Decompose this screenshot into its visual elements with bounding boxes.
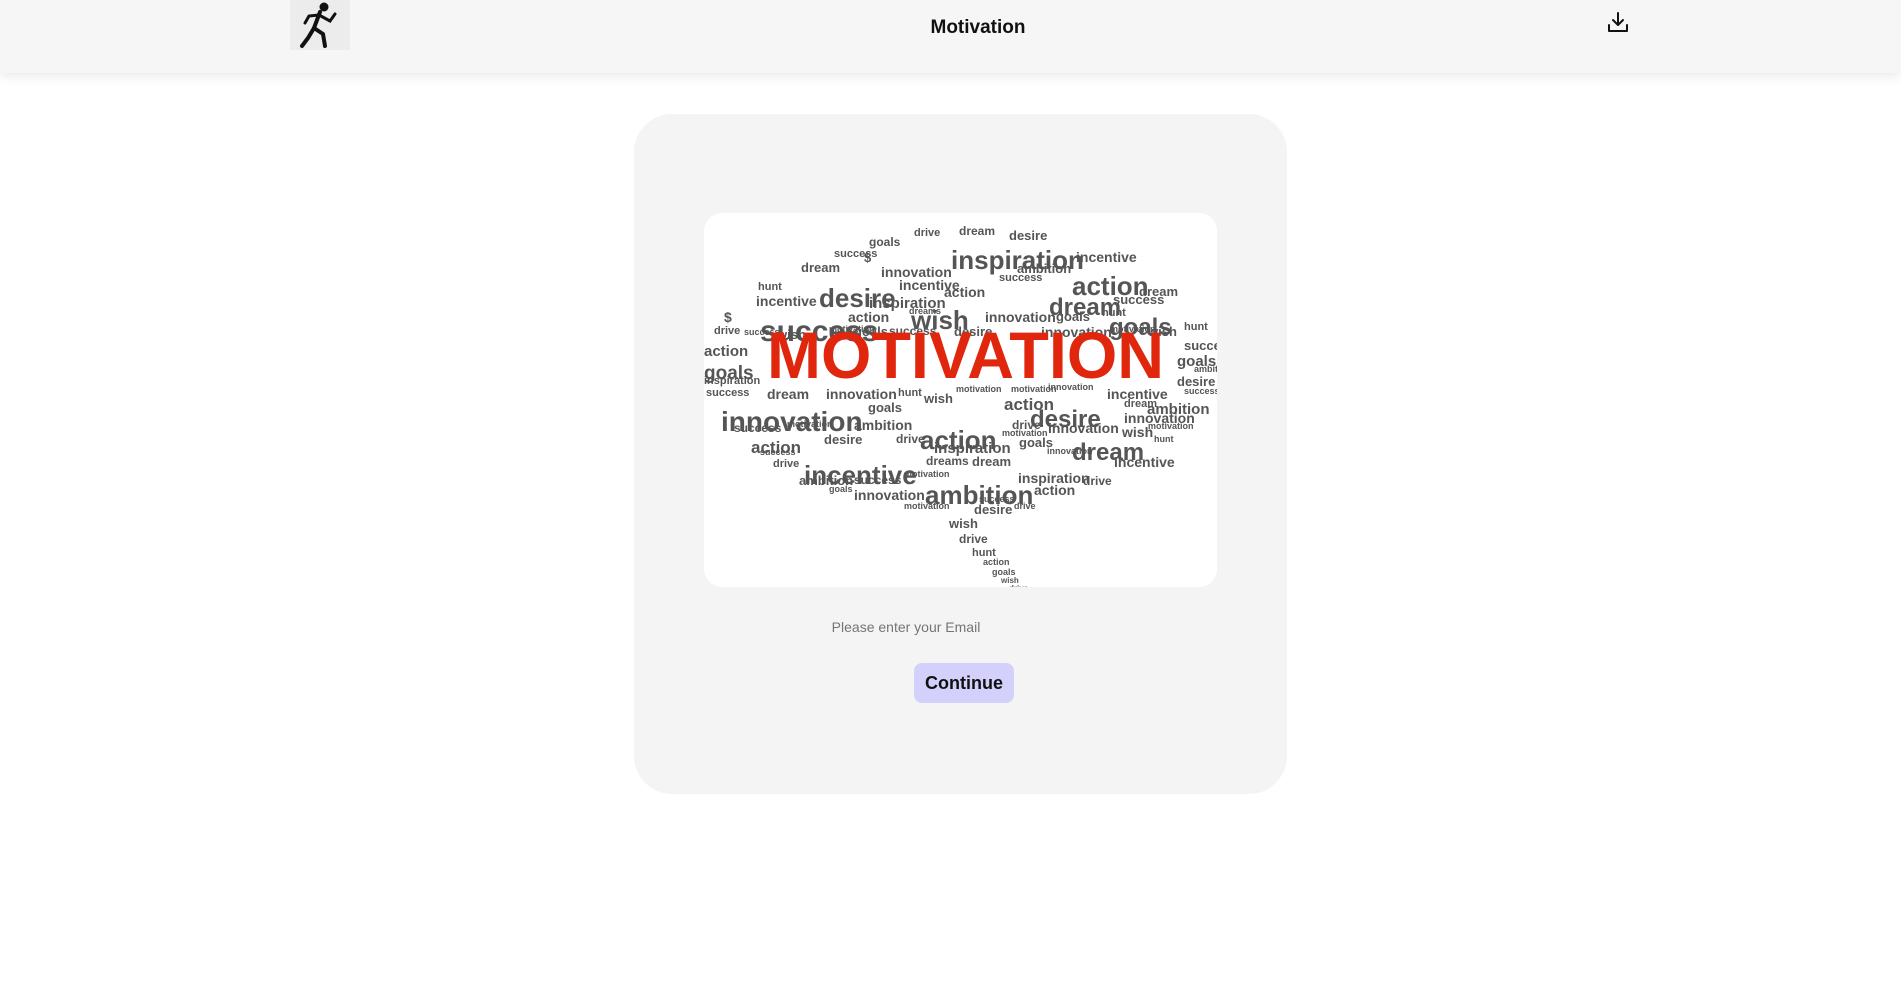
- app-header: Motivation: [0, 0, 1901, 73]
- cloud-word: incentive: [756, 293, 817, 309]
- cloud-word: motivation: [904, 501, 950, 511]
- cloud-word: desire: [824, 432, 862, 447]
- cloud-word: desire: [974, 502, 1012, 517]
- cloud-word: drive: [1014, 501, 1036, 511]
- word-cloud: drive dream desire goals inspiration incentiv…: [704, 224, 1217, 587]
- cloud-word: dreams: [909, 306, 941, 316]
- cloud-word: dream: [972, 454, 1011, 469]
- cloud-word: success: [1184, 386, 1217, 396]
- cloud-word: drive: [914, 227, 940, 239]
- cloud-word: ambition: [1194, 364, 1217, 374]
- cloud-word: $: [864, 250, 872, 265]
- cloud-word: dream: [959, 224, 995, 238]
- cloud-word: success: [734, 421, 782, 435]
- cloud-word: action: [944, 284, 985, 300]
- cloud-word: incentive: [1114, 454, 1175, 470]
- cloud-word: drive: [714, 325, 740, 337]
- cloud-word: dreams: [926, 454, 969, 468]
- cloud-word: hunt: [1184, 321, 1208, 333]
- continue-button[interactable]: Continue: [914, 663, 1014, 703]
- cloud-word: success: [1184, 338, 1217, 353]
- cloud-word: hunt: [758, 281, 782, 293]
- cloud-word: success: [760, 447, 796, 457]
- cloud-word: success: [979, 494, 1015, 504]
- cloud-word: drive: [1009, 584, 1029, 587]
- cloud-word: motivation: [904, 469, 950, 479]
- cloud-word: motivation: [1148, 421, 1194, 431]
- cloud-word: dream: [801, 260, 840, 275]
- cloud-word: $: [724, 309, 732, 325]
- cloud-word: incentive: [1076, 249, 1137, 265]
- email-input[interactable]: [634, 618, 1178, 636]
- cloud-word: goals: [868, 400, 902, 415]
- cloud-word: inspiration: [704, 375, 761, 387]
- signup-card: drive dream desire goals inspiration incentiv…: [634, 114, 1287, 794]
- cloud-word: action: [983, 557, 1010, 567]
- cloud-word: success: [854, 473, 902, 487]
- cloud-main-word: MOTIVATION: [767, 318, 1164, 392]
- cloud-word: action: [1034, 482, 1075, 498]
- cloud-word: success: [999, 272, 1042, 284]
- cloud-word: motivation: [787, 419, 833, 429]
- cloud-word: innovation: [1047, 446, 1093, 456]
- motivation-word-cloud-image: drive dream desire goals inspiration incentiv…: [704, 213, 1217, 587]
- cloud-word: ambition: [854, 417, 912, 433]
- cloud-word: action: [704, 343, 748, 360]
- cloud-word: success: [706, 387, 749, 399]
- cloud-word: drive: [896, 432, 925, 446]
- cloud-word: wish: [948, 516, 978, 531]
- cloud-word: drive: [773, 458, 799, 470]
- download-icon: [1608, 12, 1628, 32]
- cloud-word: innovation: [1048, 420, 1119, 436]
- cloud-word: goals: [829, 484, 853, 494]
- cloud-word: goals: [869, 235, 901, 249]
- cloud-word: dream: [1139, 284, 1178, 299]
- download-button[interactable]: [1603, 7, 1633, 37]
- cloud-word: drive: [1083, 474, 1112, 488]
- cloud-word: hunt: [1154, 434, 1174, 444]
- cloud-word: drive: [959, 532, 988, 546]
- cloud-word: wish: [923, 391, 953, 406]
- cloud-word: desire: [1009, 228, 1047, 243]
